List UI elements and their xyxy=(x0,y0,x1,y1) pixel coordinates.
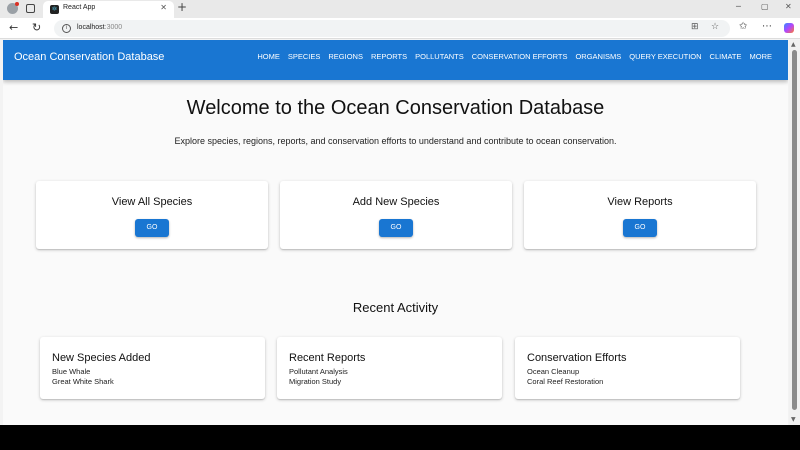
copilot-icon[interactable] xyxy=(784,23,794,33)
tab-strip: ⚛ React App ✕ + ─ ▢ ✕ xyxy=(0,0,800,18)
action-card-view-species: View All Species GO xyxy=(36,181,268,249)
nav-item-pollutants[interactable]: POLLUTANTS xyxy=(415,51,464,62)
tab-actions-icon[interactable] xyxy=(26,4,35,13)
nav-item-organisms[interactable]: ORGANISMS xyxy=(575,51,621,62)
nav-menu: HOME SPECIES REGIONS REPORTS POLLUTANTS … xyxy=(249,51,772,62)
action-card-add-species: Add New Species GO xyxy=(280,181,512,249)
app-available-icon[interactable]: ⊞ xyxy=(691,22,699,32)
nav-item-more[interactable]: MORE xyxy=(750,51,773,62)
more-options-icon[interactable]: ⋯ xyxy=(762,21,772,32)
nav-item-conservation-efforts[interactable]: CONSERVATION EFFORTS xyxy=(472,51,568,62)
nav-item-query-execution[interactable]: QUERY EXECUTION xyxy=(629,51,701,62)
go-button[interactable]: GO xyxy=(135,219,169,237)
nav-item-regions[interactable]: REGIONS xyxy=(328,51,363,62)
scroll-up-icon[interactable]: ▲ xyxy=(791,41,796,48)
page-title: Welcome to the Ocean Conservation Databa… xyxy=(186,97,605,119)
scroll-thumb[interactable] xyxy=(792,50,797,410)
list-item: Blue Whale xyxy=(52,367,91,376)
browser-window: ⚛ React App ✕ + ─ ▢ ✕ ← ↻ i localhost:30… xyxy=(0,0,800,425)
react-favicon-icon: ⚛ xyxy=(50,5,59,14)
browser-toolbar: ← ↻ i localhost:3000 ⊞ ☆ ✩ ⋯ xyxy=(0,18,800,39)
page-content: Ocean Conservation Database HOME SPECIES… xyxy=(3,40,788,425)
favorite-star-icon[interactable]: ☆ xyxy=(711,22,719,32)
action-card-view-reports: View Reports GO xyxy=(524,181,756,249)
card-title: View Reports xyxy=(607,196,673,208)
card-title: Add New Species xyxy=(352,196,440,208)
page-subtitle: Explore species, regions, reports, and c… xyxy=(174,136,617,146)
list-item: Migration Study xyxy=(289,377,342,386)
app-title[interactable]: Ocean Conservation Database xyxy=(14,51,164,63)
notification-dot xyxy=(15,2,19,6)
new-tab-icon[interactable]: + xyxy=(177,0,187,14)
go-button[interactable]: GO xyxy=(623,219,657,237)
tab-title: React App xyxy=(63,4,96,11)
site-info-icon[interactable]: i xyxy=(62,24,71,33)
page-scrollbar[interactable]: ▲ ▼ xyxy=(789,40,800,425)
list-item: Coral Reef Restoration xyxy=(527,377,604,386)
activity-card-title: Conservation Efforts xyxy=(527,352,627,364)
list-item: Great White Shark xyxy=(52,377,114,386)
close-window-icon[interactable]: ✕ xyxy=(785,2,792,11)
app-bar: Ocean Conservation Database HOME SPECIES… xyxy=(3,40,788,80)
url-text[interactable]: localhost:3000 xyxy=(77,24,122,31)
nav-item-reports[interactable]: REPORTS xyxy=(371,51,407,62)
list-item: Pollutant Analysis xyxy=(289,367,348,376)
back-icon[interactable]: ← xyxy=(9,21,18,34)
favorites-icon[interactable]: ✩ xyxy=(739,21,747,32)
nav-item-species[interactable]: SPECIES xyxy=(288,51,321,62)
go-button[interactable]: GO xyxy=(379,219,413,237)
reload-icon[interactable]: ↻ xyxy=(32,21,41,34)
list-item: Ocean Cleanup xyxy=(527,367,580,376)
minimize-icon[interactable]: ─ xyxy=(736,2,741,11)
maximize-icon[interactable]: ▢ xyxy=(761,2,769,11)
recent-activity-title: Recent Activity xyxy=(352,300,439,315)
activity-card-title: New Species Added xyxy=(52,352,151,364)
nav-item-climate[interactable]: CLIMATE xyxy=(710,51,742,62)
activity-card-recent-reports: Recent Reports Pollutant Analysis Migrat… xyxy=(277,337,502,399)
scroll-down-icon[interactable]: ▼ xyxy=(791,416,796,423)
activity-card-new-species: New Species Added Blue Whale Great White… xyxy=(40,337,265,399)
nav-item-home[interactable]: HOME xyxy=(257,51,280,62)
card-title: View All Species xyxy=(111,196,193,208)
activity-card-title: Recent Reports xyxy=(289,352,366,364)
tab-close-icon[interactable]: ✕ xyxy=(160,3,167,12)
activity-card-conservation-efforts: Conservation Efforts Ocean Cleanup Coral… xyxy=(515,337,740,399)
browser-tab[interactable]: ⚛ React App ✕ xyxy=(43,1,174,18)
address-bar[interactable]: i localhost:3000 ⊞ ☆ xyxy=(54,20,730,37)
